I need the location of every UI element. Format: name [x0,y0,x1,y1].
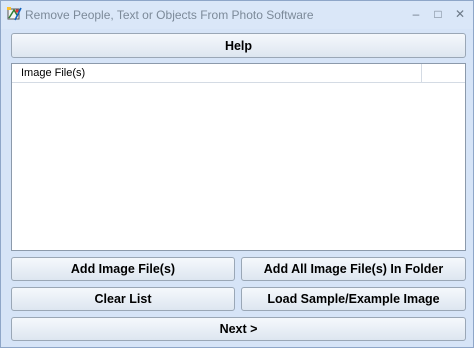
image-file-list[interactable]: Image File(s) [11,63,466,251]
add-image-files-button[interactable]: Add Image File(s) [11,257,235,281]
list-header: Image File(s) [12,64,465,83]
help-button[interactable]: Help [11,33,466,58]
close-button[interactable]: ✕ [449,5,471,23]
list-body[interactable] [12,83,465,250]
minimize-button[interactable]: – [405,5,427,23]
clear-list-button[interactable]: Clear List [11,287,235,311]
window-title: Remove People, Text or Objects From Phot… [25,8,314,22]
column-header-image-files[interactable]: Image File(s) [12,64,422,82]
maximize-button[interactable]: □ [427,5,449,23]
load-sample-button[interactable]: Load Sample/Example Image [241,287,466,311]
add-folder-button[interactable]: Add All Image File(s) In Folder [241,257,466,281]
app-paint-icon [7,7,22,21]
title-bar[interactable]: Remove People, Text or Objects From Phot… [1,1,473,29]
next-button[interactable]: Next > [11,317,466,341]
app-window: Remove People, Text or Objects From Phot… [0,0,474,348]
